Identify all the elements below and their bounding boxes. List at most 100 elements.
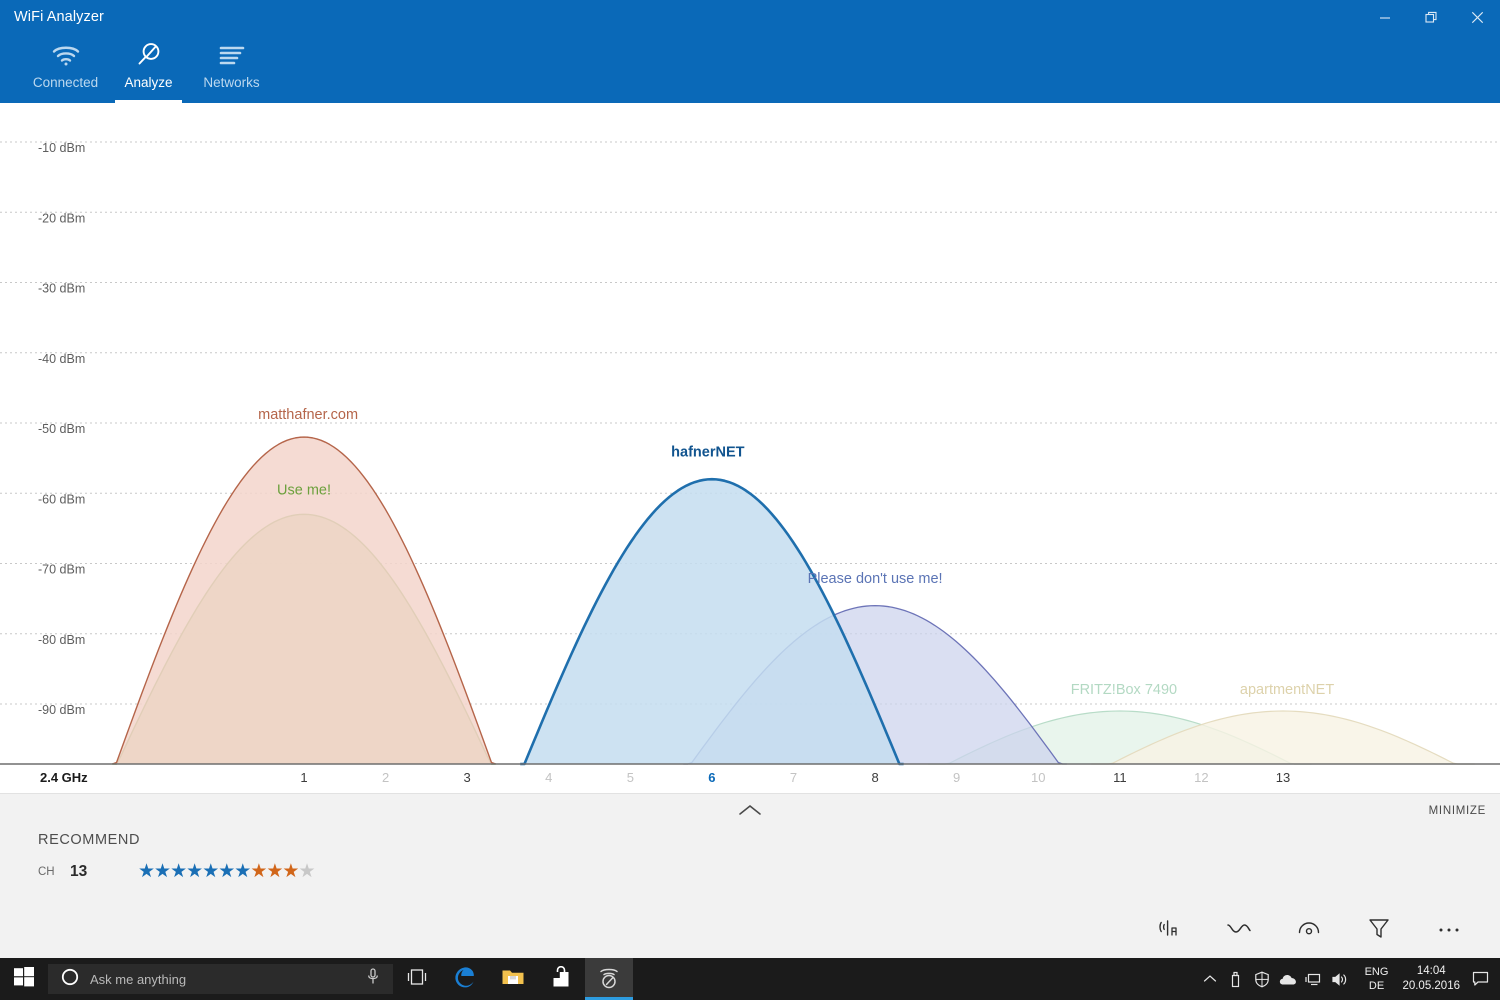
tab-connected-label: Connected bbox=[33, 75, 98, 90]
search-input[interactable]: Ask me anything bbox=[48, 964, 393, 994]
more-options-button[interactable] bbox=[1414, 907, 1484, 953]
y-axis-tick-label: -80 dBm bbox=[38, 633, 85, 647]
microphone-icon[interactable] bbox=[366, 968, 380, 991]
y-axis-tick-label: -10 dBm bbox=[38, 141, 85, 155]
recommended-channel-row: CH 13 ★★★★★★★★★★★ bbox=[38, 862, 315, 881]
usb-eject-icon[interactable] bbox=[1223, 971, 1249, 988]
window-controls bbox=[1362, 0, 1500, 35]
chart-canvas: -10 dBm-20 dBm-30 dBm-40 dBm-50 dBm-60 d… bbox=[0, 103, 1500, 793]
language-line-2: DE bbox=[1369, 979, 1384, 993]
tab-analyze-label: Analyze bbox=[124, 75, 172, 90]
action-center-icon[interactable] bbox=[1460, 971, 1500, 987]
x-axis-tick-label: 13 bbox=[1276, 770, 1290, 785]
search-placeholder: Ask me anything bbox=[90, 972, 186, 987]
signal-antenna-icon bbox=[1156, 917, 1182, 944]
spectrum-chart: -10 dBm-20 dBm-30 dBm-40 dBm-50 dBm-60 d… bbox=[0, 103, 1500, 793]
star-filled-orange: ★ bbox=[266, 862, 282, 881]
recommended-channel-value: 13 bbox=[70, 863, 130, 881]
minimize-panel-button[interactable]: MINIMIZE bbox=[1429, 805, 1486, 817]
restore-button[interactable] bbox=[1408, 0, 1454, 35]
windows-start-icon bbox=[14, 967, 34, 992]
close-button[interactable] bbox=[1454, 0, 1500, 35]
tab-networks-label: Networks bbox=[203, 75, 259, 90]
star-filled-blue: ★ bbox=[154, 862, 170, 881]
task-view-button[interactable] bbox=[393, 958, 441, 1000]
system-tray: ENG DE 14:04 20.05.2016 bbox=[1197, 958, 1500, 1000]
star-filled-blue: ★ bbox=[234, 862, 250, 881]
time-graph-button[interactable] bbox=[1204, 907, 1274, 953]
file-explorer-button[interactable] bbox=[489, 958, 537, 1000]
store-icon bbox=[551, 966, 571, 993]
x-axis-tick-label: 6 bbox=[708, 770, 715, 785]
star-empty: ★ bbox=[298, 862, 314, 881]
cortana-circle-icon bbox=[61, 968, 79, 991]
chevron-up-icon[interactable] bbox=[737, 802, 763, 823]
file-explorer-icon bbox=[501, 967, 525, 992]
start-button[interactable] bbox=[0, 958, 48, 1000]
shield-icon[interactable] bbox=[1249, 971, 1275, 988]
wifi-analyzer-button[interactable] bbox=[585, 958, 633, 1000]
y-axis-tick-label: -70 dBm bbox=[38, 563, 85, 577]
clock-time: 14:04 bbox=[1417, 964, 1446, 979]
clock-date: 20.05.2016 bbox=[1402, 979, 1460, 994]
tab-networks[interactable]: Networks bbox=[190, 33, 273, 103]
clock[interactable]: 14:04 20.05.2016 bbox=[1402, 964, 1460, 994]
tab-analyze[interactable]: Analyze bbox=[107, 33, 190, 103]
wifi-analyzer-icon bbox=[596, 964, 622, 995]
y-axis-tick-label: -50 dBm bbox=[38, 422, 85, 436]
network-name-label: Please don't use me! bbox=[808, 571, 943, 587]
channel-rating-stars: ★★★★★★★★★★★ bbox=[138, 862, 315, 881]
x-axis-tick-label: 1 bbox=[300, 770, 307, 785]
language-indicator[interactable]: ENG DE bbox=[1365, 965, 1389, 993]
x-axis-tick-label: 9 bbox=[953, 770, 960, 785]
filter-funnel-icon bbox=[1367, 916, 1391, 945]
filter-button[interactable] bbox=[1344, 907, 1414, 953]
channel-rating-button[interactable] bbox=[1274, 907, 1344, 953]
y-axis-tick-label: -20 dBm bbox=[38, 211, 85, 225]
network-name-label: hafnerNET bbox=[671, 445, 744, 461]
star-filled-blue: ★ bbox=[138, 862, 154, 881]
network-name-label: apartmentNET bbox=[1240, 682, 1334, 698]
x-axis-tick-label: 10 bbox=[1031, 770, 1045, 785]
x-axis-tick-label: 4 bbox=[545, 770, 552, 785]
channel-prefix-label: CH bbox=[38, 866, 70, 878]
wifi-icon bbox=[51, 38, 81, 72]
panel-header: MINIMIZE bbox=[0, 794, 1500, 834]
x-axis-tick-label: 7 bbox=[790, 770, 797, 785]
app-title: WiFi Analyzer bbox=[14, 9, 104, 25]
radar-eye-icon bbox=[1296, 917, 1322, 944]
tab-bar: Connected Analyze bbox=[24, 33, 273, 103]
network-icon[interactable] bbox=[1301, 972, 1327, 987]
language-line-1: ENG bbox=[1365, 965, 1389, 979]
edge-button[interactable] bbox=[441, 958, 489, 1000]
onedrive-icon[interactable] bbox=[1275, 973, 1301, 986]
star-filled-blue: ★ bbox=[218, 862, 234, 881]
signal-strength-button[interactable] bbox=[1134, 907, 1204, 953]
star-filled-blue: ★ bbox=[186, 862, 202, 881]
x-axis-tick-label: 12 bbox=[1194, 770, 1208, 785]
x-axis-tick-label: 5 bbox=[627, 770, 634, 785]
volume-icon[interactable] bbox=[1327, 972, 1353, 987]
list-lines-icon bbox=[217, 38, 247, 72]
star-filled-orange: ★ bbox=[250, 862, 266, 881]
recommend-heading: RECOMMEND bbox=[38, 832, 140, 848]
tab-connected[interactable]: Connected bbox=[24, 33, 107, 103]
network-name-label: Use me! bbox=[277, 483, 331, 499]
chart-toolbar bbox=[1134, 902, 1500, 958]
wifi-analyzer-window: WiFi Analyzer bbox=[0, 0, 1500, 1000]
show-hidden-icons[interactable] bbox=[1197, 974, 1223, 984]
x-axis-tick-label: 8 bbox=[871, 770, 878, 785]
y-axis-tick-label: -40 dBm bbox=[38, 352, 85, 366]
title-bar: WiFi Analyzer bbox=[0, 0, 1500, 103]
y-axis-tick-label: -60 dBm bbox=[38, 492, 85, 506]
recommend-panel: MINIMIZE RECOMMEND CH 13 ★★★★★★★★★★★ bbox=[0, 793, 1500, 958]
star-filled-orange: ★ bbox=[282, 862, 298, 881]
y-axis-tick-label: -90 dBm bbox=[38, 703, 85, 717]
band-label: 2.4 GHz bbox=[40, 770, 88, 785]
magnifier-icon bbox=[135, 38, 163, 72]
star-filled-blue: ★ bbox=[202, 862, 218, 881]
store-button[interactable] bbox=[537, 958, 585, 1000]
ellipsis-icon bbox=[1437, 921, 1461, 939]
minimize-button[interactable] bbox=[1362, 0, 1408, 35]
network-name-label: FRITZ!Box 7490 bbox=[1071, 682, 1177, 698]
